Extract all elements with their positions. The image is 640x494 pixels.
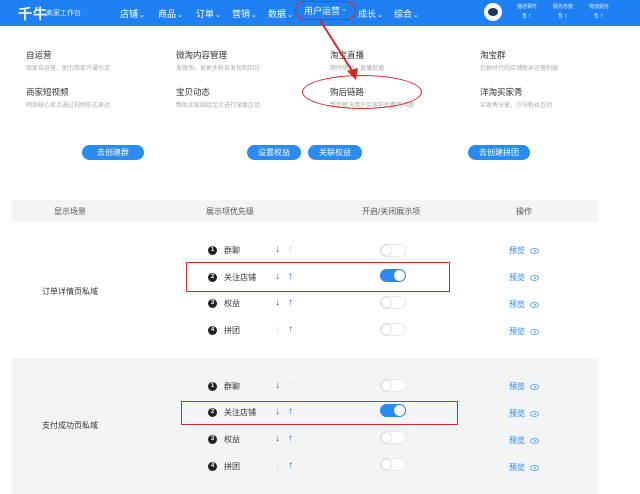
header-action: 操作 [516,207,532,216]
preview-link[interactable]: 预览 [509,272,525,283]
row-label: 权益 [224,435,240,444]
row-label: 群聊 [224,246,240,255]
menu-item-short-video[interactable]: 商家短视频 网商核心卖点通过视频形式表达 [26,86,110,109]
menu-item-taobao-group[interactable]: 淘宝群 社群时代的店铺粉丝运营利器 [480,49,558,72]
eye-icon[interactable] [530,384,539,390]
row-label: 拼团 [224,462,240,471]
move-up-icon[interactable]: ↑ [288,297,293,308]
toggle-switch[interactable] [380,379,406,392]
header-toggle: 开启/关闭展示项 [362,207,421,216]
preview-link[interactable]: 预览 [509,326,525,337]
nav-growth[interactable]: 成长⌄ [358,7,383,20]
eye-icon[interactable] [530,411,539,417]
user-avatar[interactable] [484,3,502,21]
move-up-icon: ↑ [288,380,293,391]
chevron-down-icon: ⌄ [215,12,221,19]
move-down-icon[interactable]: ↓ [275,244,280,255]
eye-icon[interactable] [530,248,539,254]
highlight-oval [302,75,422,109]
menu-item-item-feed[interactable]: 宝贝动态 帮助买家围绕宝贝进行深度互动 [176,86,260,109]
header-priority: 展示项优先级 [206,207,254,216]
create-group-button[interactable]: 去创建群 [82,145,144,160]
top-nav-bar: 千牛 卖家工作台 店铺⌄ 商品⌄ 订单⌄ 营销⌄ 数据⌄ 用户运营⌃ 成长⌄ 综… [0,0,640,26]
move-up-icon: ↑ [288,244,293,255]
link-benefit-button[interactable]: 关联权益 [308,145,362,160]
eye-icon[interactable] [530,302,539,308]
row-label: 权益 [224,299,240,308]
row-label: 拼团 [224,326,240,335]
nav-data[interactable]: 数据⌄ [268,7,293,20]
eye-icon[interactable] [530,465,539,471]
priority-number: 4 [208,462,217,471]
table-group-payment-success: 支付成功页私域 1 群聊 ↓ ↑ 2 关注店铺 ↓ ↑ 3 权益 ↓ ↑ 4 拼… [12,358,598,494]
move-up-icon[interactable]: ↑ [288,433,293,444]
scene-label: 订单详情页私域 [42,287,98,296]
preview-link[interactable]: 预览 [509,245,525,256]
preview-link[interactable]: 预览 [509,435,525,446]
eye-icon[interactable] [530,438,539,444]
priority-number: 3 [208,299,217,308]
app-subtitle: 卖家工作台 [46,10,81,17]
menu-item-self-ops[interactable]: 自运营 商家自运营，助力商家开通引流 [26,49,110,72]
nav-user-operations[interactable]: 用户运营⌃ [295,1,356,20]
move-down-icon[interactable]: ↓ [275,433,280,444]
preview-link[interactable]: 预览 [509,299,525,310]
highlight-box [186,262,450,292]
scene-label: 支付成功页私域 [42,421,98,430]
priority-number: 1 [208,382,217,391]
chevron-down-icon: ⌄ [177,12,183,19]
preview-link[interactable]: 预览 [509,462,525,473]
app-logo[interactable]: 千牛 [18,4,48,24]
preview-link[interactable]: 预览 [509,408,525,419]
move-down-icon: ↓ [275,460,280,471]
toggle-switch[interactable] [380,458,406,471]
create-pintuan-button[interactable]: 去创建拼团 [468,145,530,160]
move-down-icon[interactable]: ↓ [275,380,280,391]
highlight-box [181,401,458,425]
chevron-down-icon: ⌄ [377,12,383,19]
table-header: 显示场景 展示项优先级 开启/关闭展示项 操作 [12,200,598,222]
nav-orders[interactable]: 订单⌄ [196,7,221,20]
chevron-down-icon: ⌄ [413,12,419,19]
stat-logistics: 物流服务 5 ↑ [588,4,609,20]
move-up-icon[interactable]: ↑ [288,460,293,471]
header-scene: 显示场景 [54,207,86,216]
nav-general[interactable]: 综合⌄ [394,7,419,20]
stat-description: 描述相符 5 ↑ [516,4,537,20]
nav-shop[interactable]: 店铺⌄ [120,7,145,20]
menu-item-live[interactable]: 淘宝直播 随时随地，直播就播 [330,49,384,72]
toggle-switch[interactable] [380,244,406,257]
toggle-switch[interactable] [380,296,406,309]
menu-item-weitao[interactable]: 微淘内容管理 发微淘，被更多粉丝发现和回访 [176,49,260,72]
eye-icon[interactable] [530,329,539,335]
chevron-down-icon: ⌄ [251,12,257,19]
toggle-switch[interactable] [380,323,406,336]
toggle-switch[interactable] [380,431,406,444]
priority-number: 1 [208,246,217,255]
priority-number: 3 [208,435,217,444]
preview-link[interactable]: 预览 [509,381,525,392]
chevron-down-icon: ⌄ [139,12,145,19]
nav-marketing[interactable]: 营销⌄ [232,7,257,20]
eye-icon[interactable] [530,275,539,281]
row-label: 群聊 [224,382,240,391]
chevron-down-icon: ⌄ [287,12,293,19]
priority-number: 4 [208,326,217,335]
move-down-icon[interactable]: ↓ [275,297,280,308]
chevron-up-icon: ⌃ [341,9,347,16]
set-benefit-button[interactable]: 设置权益 [247,145,301,160]
move-down-icon: ↓ [275,324,280,335]
move-up-icon[interactable]: ↑ [288,324,293,335]
stat-service: 服务态度 5 ↑ [552,4,573,20]
menu-item-buyer-show[interactable]: 洋淘买家秀 买家秀分享，引导粉丝互动 [480,86,552,109]
nav-goods[interactable]: 商品⌄ [158,7,183,20]
